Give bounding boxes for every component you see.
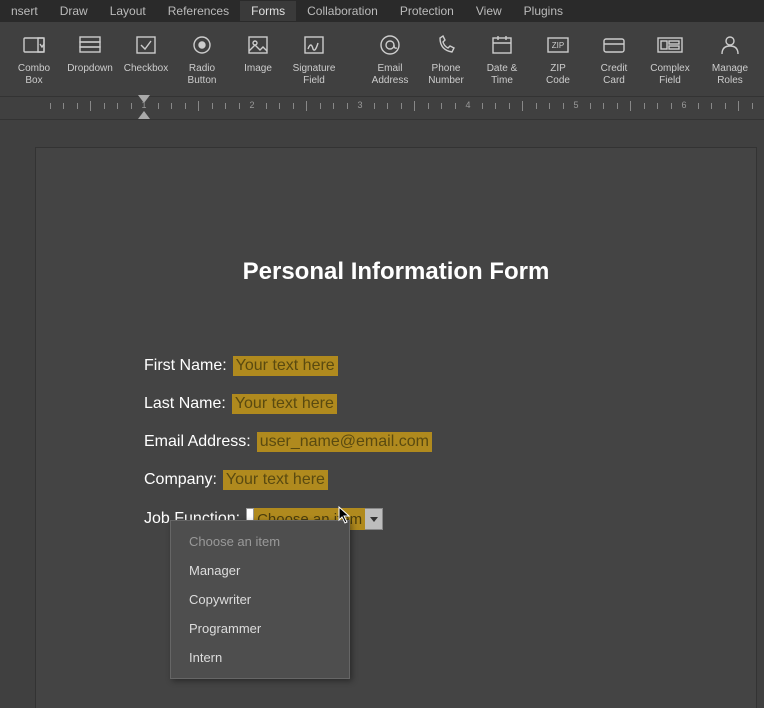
checkbox-icon <box>134 31 158 59</box>
chevron-down-icon <box>370 517 378 522</box>
svg-text:ZIP: ZIP <box>552 41 564 50</box>
tool-label: CreditCard <box>601 63 628 87</box>
tool-label: Date &Time <box>487 63 518 87</box>
ruler-tick-label: 1 <box>141 100 146 110</box>
page-title: Personal Information Form <box>144 258 648 286</box>
tool-image[interactable]: Image <box>230 27 286 93</box>
forms-ribbon: ComboBox Dropdown Checkbox RadioButton I… <box>0 22 764 96</box>
indent-marker-bottom[interactable] <box>138 111 150 119</box>
combo-box-icon <box>22 31 46 59</box>
tool-label: PhoneNumber <box>428 63 464 87</box>
menu-protection[interactable]: Protection <box>389 1 465 21</box>
ruler-tick-label: 2 <box>249 100 254 110</box>
field-email: Email Address: user_name@email.com <box>144 432 648 452</box>
tool-credit-card[interactable]: CreditCard <box>586 27 642 93</box>
tool-label: Checkbox <box>124 63 168 75</box>
first-name-label: First Name: <box>144 357 227 375</box>
dropdown-option-programmer[interactable]: Programmer <box>171 614 349 643</box>
menu-view[interactable]: View <box>465 1 513 21</box>
menu-draw[interactable]: Draw <box>49 1 99 21</box>
image-icon <box>246 31 270 59</box>
tool-manage-roles[interactable]: ManageRoles <box>702 27 758 93</box>
menu-plugins[interactable]: Plugins <box>513 1 574 21</box>
tool-dropdown[interactable]: Dropdown <box>62 27 118 93</box>
zip-icon: ZIP <box>545 31 571 59</box>
tool-label: EmailAddress <box>372 63 409 87</box>
field-last-name: Last Name: Your text here <box>144 394 648 414</box>
tool-phone-number[interactable]: PhoneNumber <box>418 27 474 93</box>
company-label: Company: <box>144 471 217 489</box>
tool-label: SignatureField <box>293 63 336 87</box>
signature-icon <box>302 31 326 59</box>
document-page[interactable]: Personal Information Form First Name: Yo… <box>36 148 756 708</box>
menubar: nsert Draw Layout References Forms Colla… <box>0 0 764 22</box>
ruler-tick-label: 3 <box>357 100 362 110</box>
field-first-name: First Name: Your text here <box>144 356 648 376</box>
tool-radio-button[interactable]: RadioButton <box>174 27 230 93</box>
menu-insert[interactable]: nsert <box>0 1 49 21</box>
menu-layout[interactable]: Layout <box>99 1 157 21</box>
credit-card-icon <box>601 31 627 59</box>
last-name-input-placeholder[interactable]: Your text here <box>232 394 337 414</box>
menu-forms[interactable]: Forms <box>240 1 296 21</box>
menu-references[interactable]: References <box>157 1 240 21</box>
complex-field-icon <box>656 31 684 59</box>
tool-label: Image <box>244 63 272 75</box>
tool-label: ComboBox <box>18 63 50 87</box>
tool-label: ManageRoles <box>712 63 748 87</box>
combobox-dropdown-button[interactable] <box>365 508 383 530</box>
dropdown-option-placeholder[interactable]: Choose an item <box>171 527 349 556</box>
tool-signature-field[interactable]: SignatureField <box>286 27 342 93</box>
radio-button-icon <box>190 31 214 59</box>
tool-email-address[interactable]: EmailAddress <box>362 27 418 93</box>
calendar-icon <box>490 31 514 59</box>
dropdown-option-manager[interactable]: Manager <box>171 556 349 585</box>
dropdown-icon <box>78 31 102 59</box>
job-function-dropdown[interactable]: Choose an item Manager Copywriter Progra… <box>170 520 350 679</box>
email-label: Email Address: <box>144 433 251 451</box>
last-name-label: Last Name: <box>144 395 226 413</box>
ruler-tick-label: 5 <box>573 100 578 110</box>
manage-roles-icon <box>718 31 742 59</box>
field-company: Company: Your text here <box>144 470 648 490</box>
tool-complex-field[interactable]: ComplexField <box>642 27 698 93</box>
tool-label: ZIPCode <box>546 63 570 87</box>
email-icon <box>377 31 403 59</box>
tool-date-time[interactable]: Date &Time <box>474 27 530 93</box>
menu-collaboration[interactable]: Collaboration <box>296 1 389 21</box>
document-canvas: Personal Information Form First Name: Yo… <box>0 120 764 700</box>
first-name-input-placeholder[interactable]: Your text here <box>233 356 338 376</box>
ruler-tick-label: 4 <box>465 100 470 110</box>
phone-icon <box>434 31 458 59</box>
tool-label: ComplexField <box>650 63 689 87</box>
ruler-tick-label: 6 <box>681 100 686 110</box>
tool-checkbox[interactable]: Checkbox <box>118 27 174 93</box>
tool-combo-box[interactable]: ComboBox <box>6 27 62 93</box>
tool-label: Dropdown <box>67 63 113 75</box>
dropdown-option-copywriter[interactable]: Copywriter <box>171 585 349 614</box>
tool-zip-code[interactable]: ZIP ZIPCode <box>530 27 586 93</box>
dropdown-option-intern[interactable]: Intern <box>171 643 349 672</box>
tool-label: RadioButton <box>188 63 217 87</box>
horizontal-ruler[interactable]: 1 2 3 4 5 6 <box>0 96 764 120</box>
email-input-placeholder[interactable]: user_name@email.com <box>257 432 432 452</box>
company-input-placeholder[interactable]: Your text here <box>223 470 328 490</box>
